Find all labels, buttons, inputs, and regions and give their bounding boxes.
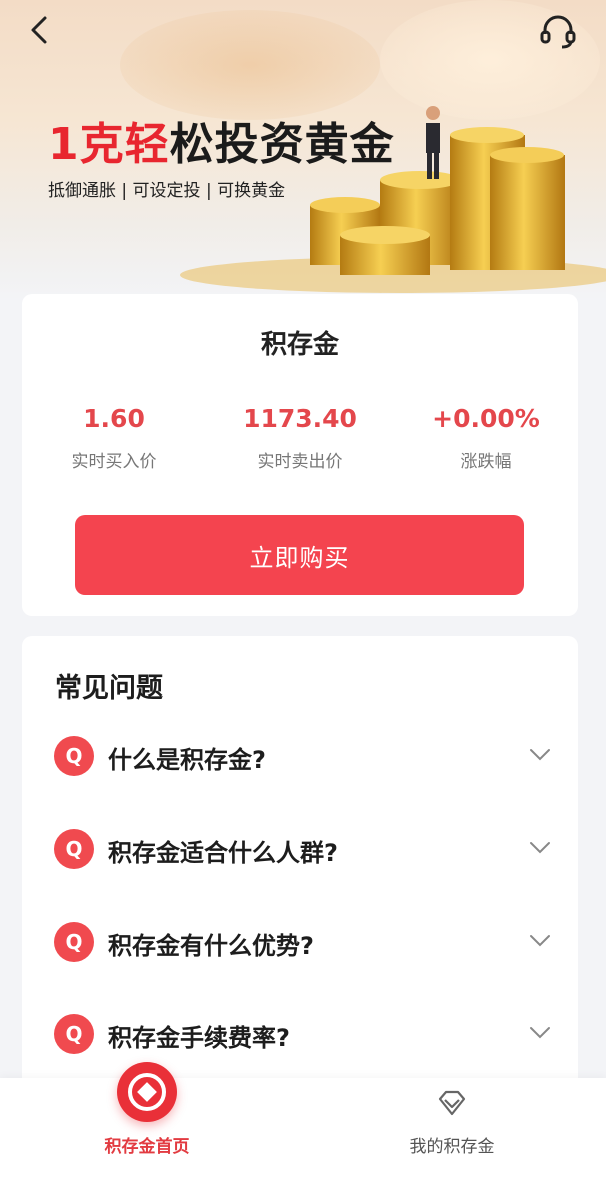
- stat-sell-price: 1173.40 实时卖出价: [210, 404, 390, 472]
- q-badge-icon: Q: [54, 736, 94, 776]
- home-diamond-icon: [117, 1062, 177, 1122]
- hero-banner: 1克轻松投资黄金 抵御通胀 | 可设定投 | 可换黄金: [0, 0, 606, 300]
- stat-label: 实时买入价: [71, 452, 157, 472]
- stat-label: 实时卖出价: [257, 452, 343, 472]
- chevron-down-icon: [530, 842, 550, 854]
- tab-my-gold[interactable]: 我的积存金: [352, 1078, 552, 1200]
- faq-question: 积存金有什么优势?: [108, 932, 314, 960]
- faq-item[interactable]: Q 积存金有什么优势?: [52, 914, 552, 974]
- hero-title-accent: 1克轻: [48, 119, 170, 170]
- stat-value: 1.60: [83, 404, 145, 433]
- q-badge-icon: Q: [54, 1014, 94, 1054]
- faq-title: 常见问题: [55, 673, 163, 704]
- faq-question: 积存金手续费率?: [108, 1024, 290, 1052]
- faq-question: 什么是积存金?: [108, 746, 266, 774]
- product-title: 积存金: [260, 330, 339, 360]
- stat-label: 涨跌幅: [460, 452, 512, 472]
- gem-icon: [438, 1090, 466, 1116]
- chevron-left-icon[interactable]: [22, 12, 58, 48]
- q-badge-icon: Q: [54, 922, 94, 962]
- stat-buy-price: 1.60 实时买入价: [24, 404, 204, 472]
- chevron-down-icon: [530, 935, 550, 947]
- faq-item[interactable]: Q 积存金手续费率?: [52, 1006, 552, 1066]
- tab-home-label: 积存金首页: [104, 1137, 190, 1157]
- chevron-down-icon: [530, 749, 550, 761]
- stat-value: +0.00%: [432, 404, 540, 433]
- stat-value: 1173.40: [243, 404, 357, 433]
- faq-question: 积存金适合什么人群?: [108, 839, 338, 867]
- faq-card: 常见问题 Q 什么是积存金? Q 积存金适合什么人群? Q 积存金有什么优势? …: [22, 636, 578, 1106]
- product-price-card: 积存金 1.60 实时买入价 1173.40 实时卖出价 +0.00% 涨跌幅 …: [22, 294, 578, 616]
- faq-item[interactable]: Q 什么是积存金?: [52, 728, 552, 788]
- tab-home[interactable]: 积存金首页: [47, 1062, 247, 1200]
- bottom-tab-bar: 积存金首页 我的积存金: [0, 1062, 606, 1200]
- headset-icon[interactable]: [538, 12, 578, 52]
- chevron-down-icon: [530, 1027, 550, 1039]
- buy-now-button[interactable]: 立即购买: [75, 515, 524, 595]
- tab-my-gold-label: 我的积存金: [409, 1137, 495, 1157]
- gold-coins-illustration: [180, 106, 606, 293]
- q-badge-icon: Q: [54, 829, 94, 869]
- stat-change-rate: +0.00% 涨跌幅: [396, 404, 576, 472]
- faq-item[interactable]: Q 积存金适合什么人群?: [52, 821, 552, 881]
